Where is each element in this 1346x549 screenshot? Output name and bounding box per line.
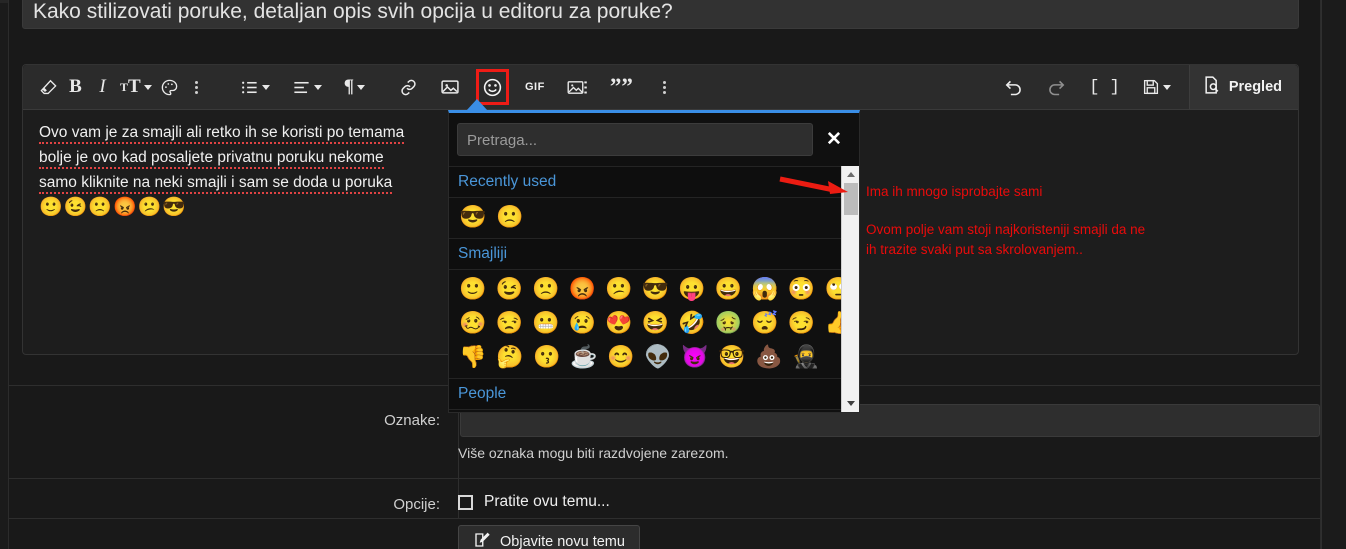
emoji-cell[interactable]: ☕	[570, 342, 605, 372]
emoji-cell[interactable]: 😳	[788, 274, 823, 304]
emoji-cell[interactable]: 😎	[459, 202, 494, 232]
media-icon[interactable]	[563, 71, 592, 103]
emoji-cell[interactable]: 😍	[605, 308, 640, 338]
text-color-icon[interactable]	[156, 71, 183, 103]
emoji-cell[interactable]: 🤣	[678, 308, 713, 338]
preview-button[interactable]: Pregled	[1188, 65, 1298, 109]
picker-section-people-header: People	[449, 378, 859, 410]
emoji-cell[interactable]: 😗	[533, 342, 568, 372]
remove-formatting-icon[interactable]	[35, 71, 62, 103]
emoji-cell[interactable]: 😎	[642, 274, 677, 304]
emoji-cell[interactable]: 😀	[715, 274, 750, 304]
emoji-cell[interactable]: 😉	[496, 274, 531, 304]
emoji-cell[interactable]: 😛	[678, 274, 713, 304]
link-icon[interactable]	[395, 71, 422, 103]
align-icon[interactable]	[288, 71, 326, 103]
emoji-cell[interactable]: 🤓	[718, 342, 753, 372]
follow-topic-checkbox[interactable]	[458, 494, 473, 510]
emoji-row: 🙂 😉 🙁 😡 😕 😎 😛 😀 😱 😳 🙄	[459, 274, 859, 308]
picker-pointer-triangle	[466, 99, 488, 111]
emoji-cell[interactable]: 🥷	[792, 342, 827, 372]
picker-section-recently-used-grid: 😎 🙁	[449, 198, 859, 238]
more-formatting-icon[interactable]	[183, 71, 210, 103]
submit-topic-button[interactable]: Objavite novu temu	[458, 525, 640, 549]
chevron-down-icon	[1162, 84, 1171, 90]
emoji-cell[interactable]: 🤔	[496, 342, 531, 372]
list-icon[interactable]	[236, 71, 274, 103]
close-icon[interactable]: ✕	[813, 128, 855, 151]
emoji-cell[interactable]: 🙁	[532, 274, 567, 304]
emoji-cell[interactable]: 💩	[755, 342, 790, 372]
annotation-note-2: Ovom polje vam stoji najkoristeniji smaj…	[866, 222, 1146, 257]
emoji-row: 🥴 😒 😬 😢 😍 😆 🤣 🤢 😴 😏 👍	[459, 308, 859, 342]
screenshot-root: Kako stilizovati poruke, detaljan opis s…	[0, 0, 1346, 549]
emoji-cell[interactable]: 😏	[788, 308, 823, 338]
picker-section-smajliji-grid: 🙂 😉 🙁 😡 😕 😎 😛 😀 😱 😳 🙄 🥴 😒 😬 😢 😍 😆 🤣 🤢 😴 …	[449, 270, 859, 378]
emoji-cell[interactable]: 🥴	[459, 308, 494, 338]
picker-scroll-area: Recently used 😎 🙁 Smajliji 🙂 😉 🙁 😡 😕 😎 😛	[449, 166, 859, 412]
tags-label: Oznake:	[384, 412, 440, 429]
editor-toolbar: B I TT ¶ GIF ”” [] Pregled	[23, 65, 1298, 110]
chevron-down-icon	[261, 84, 270, 90]
emoji-cell[interactable]: 👽	[644, 342, 679, 372]
bold-icon[interactable]: B	[62, 71, 89, 103]
emoji-cell[interactable]: 🙂	[459, 274, 494, 304]
image-icon[interactable]	[436, 71, 464, 103]
divider-above-submit	[9, 518, 1320, 519]
picker-section-smajliji-header: Smajliji	[449, 238, 859, 270]
chevron-down-icon	[356, 84, 365, 90]
annotation-arrow-icon	[778, 175, 850, 202]
emoji-cell[interactable]: 😈	[681, 342, 716, 372]
emoji-cell[interactable]: 😱	[751, 274, 786, 304]
tags-hint: Više oznaka mogu biti razdvojene zarezom…	[458, 445, 729, 461]
italic-icon[interactable]: I	[89, 71, 116, 103]
submit-topic-label: Objavite novu temu	[500, 534, 625, 549]
chevron-down-icon	[313, 84, 322, 90]
emoji-cell[interactable]: 😴	[751, 308, 786, 338]
emoji-picker-panel: Pretraga... ✕ Recently used 😎 🙁 Smajliji…	[448, 99, 860, 413]
emoji-search-input[interactable]: Pretraga...	[457, 123, 813, 156]
source-code-icon[interactable]: [ ]	[1085, 71, 1124, 103]
picker-scrollbar[interactable]	[841, 166, 859, 412]
redo-icon[interactable]	[1042, 71, 1071, 103]
font-size-icon[interactable]: TT	[116, 71, 156, 103]
topic-title-input[interactable]: Kako stilizovati poruke, detaljan opis s…	[22, 0, 1299, 29]
save-draft-icon[interactable]	[1138, 71, 1175, 103]
emoji-cell[interactable]: 😊	[607, 342, 642, 372]
page-outer-right-gutter	[1321, 0, 1346, 549]
follow-topic-row[interactable]: Pratite ovu temu...	[458, 493, 610, 511]
emoji-cell[interactable]: 😡	[569, 274, 604, 304]
picker-search-row: Pretraga... ✕	[449, 113, 859, 166]
preview-icon	[1202, 75, 1222, 99]
undo-icon[interactable]	[999, 71, 1028, 103]
gif-icon[interactable]: GIF	[521, 71, 549, 103]
follow-topic-label: Pratite ovu temu...	[484, 493, 610, 510]
paragraph-icon[interactable]: ¶	[340, 71, 369, 103]
annotation-note-1: Ima ih mnogo isprobajte sami	[866, 184, 1043, 199]
divider-above-options	[9, 478, 1320, 479]
emoji-cell[interactable]: 👎	[459, 342, 494, 372]
emoji-row: 👎 🤔 😗 ☕ 😊 👽 😈 🤓 💩 🥷	[459, 342, 859, 376]
chevron-down-icon	[143, 84, 152, 90]
emoji-cell[interactable]: 😆	[642, 308, 677, 338]
quote-icon[interactable]: ””	[606, 71, 637, 103]
emoji-cell[interactable]: 😢	[569, 308, 604, 338]
more-insert-icon[interactable]	[651, 71, 678, 103]
emoji-cell[interactable]: 🙁	[496, 202, 531, 232]
emoji-cell[interactable]: 😕	[605, 274, 640, 304]
emoji-row: 😎 🙁	[459, 202, 859, 236]
emoji-cell[interactable]: 😒	[496, 308, 531, 338]
scroll-down-icon[interactable]	[842, 395, 860, 412]
preview-label: Pregled	[1228, 79, 1282, 95]
emoji-cell[interactable]: 🤢	[715, 308, 750, 338]
compose-icon	[473, 531, 491, 549]
emoji-cell[interactable]: 😬	[532, 308, 567, 338]
options-label: Opcije:	[393, 496, 440, 513]
